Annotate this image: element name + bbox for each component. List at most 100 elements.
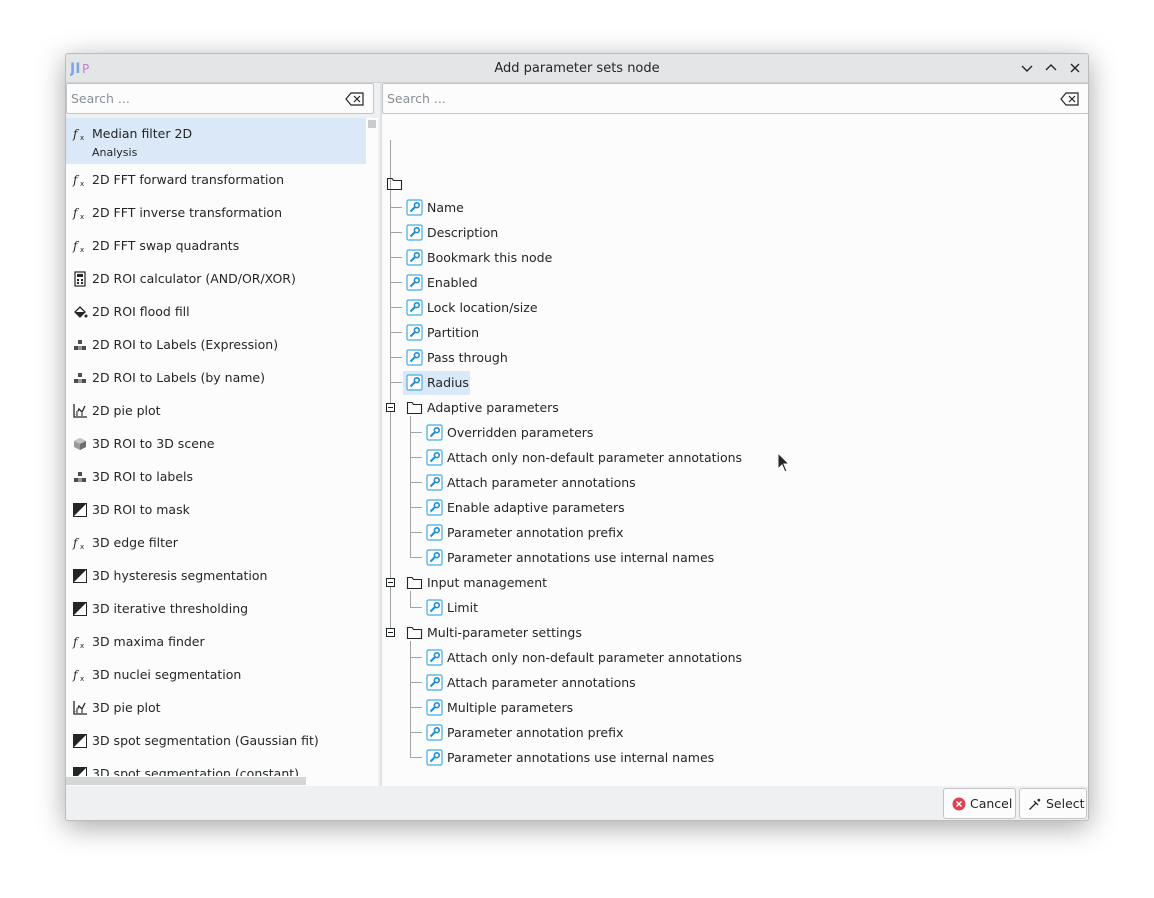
paint-bucket-icon	[74, 306, 88, 318]
tree-line	[410, 482, 422, 483]
list-item-label: 3D iterative thresholding	[92, 601, 249, 616]
node-list-pane: fx Median filter 2D Analysis fx 2D FFT f…	[66, 83, 378, 786]
list-item[interactable]: fx 2D FFT inverse transformation	[66, 197, 366, 230]
list-item[interactable]: 2D pie plot	[66, 395, 366, 428]
threshold-icon	[73, 503, 87, 517]
cancel-button[interactable]: Cancel	[943, 788, 1016, 819]
minimize-button[interactable]	[1017, 58, 1037, 78]
parameter-label: Name	[427, 200, 464, 215]
wrench-icon	[426, 724, 443, 741]
function-icon: fx	[72, 536, 84, 551]
wrench-icon	[426, 749, 443, 766]
tree-line	[410, 591, 411, 608]
list-item-label: 3D spot segmentation (Gaussian fit)	[92, 733, 319, 748]
collapse-icon[interactable]	[386, 628, 395, 637]
list-item-label: 3D spot segmentation (constant)	[92, 766, 300, 776]
wrench-icon	[426, 499, 443, 516]
list-item[interactable]: 3D ROI to mask	[66, 494, 366, 527]
plot-icon	[73, 404, 87, 418]
parameter-label: Parameter annotations use internal names	[447, 750, 715, 765]
svg-text:x: x	[80, 134, 84, 142]
list-item[interactable]: 2D ROI calculator (AND/OR/XOR)	[66, 263, 366, 296]
list-item[interactable]: 3D ROI to labels	[66, 461, 366, 494]
function-icon: fx	[72, 239, 84, 254]
list-item[interactable]: fx 2D FFT forward transformation	[66, 164, 366, 197]
parameter-label: Attach parameter annotations	[447, 675, 636, 690]
tree-line	[390, 140, 391, 633]
collapse-icon[interactable]	[386, 578, 395, 587]
close-button[interactable]	[1065, 58, 1085, 78]
tree-line	[410, 682, 422, 683]
color-picker-icon	[1029, 798, 1041, 810]
labels-icon	[74, 472, 86, 482]
collapse-icon[interactable]	[386, 403, 395, 412]
list-item[interactable]: 3D iterative thresholding	[66, 593, 366, 626]
parameter-label: Enabled	[427, 275, 478, 290]
list-item[interactable]: 2D ROI to Labels (Expression)	[66, 329, 366, 362]
calculator-icon	[74, 271, 86, 287]
function-icon: fx	[72, 668, 84, 683]
list-item-label: 3D ROI to 3D scene	[92, 436, 215, 451]
svg-text:x: x	[80, 246, 84, 254]
list-item-label: Median filter 2D	[92, 126, 193, 141]
folder-icon	[406, 576, 423, 590]
list-item-label: 3D ROI to mask	[92, 502, 190, 517]
parameter-tree-pane: Name Description Bookmark this node Enab…	[382, 83, 1088, 786]
wrench-icon	[426, 524, 443, 541]
svg-text:f: f	[72, 635, 80, 649]
group-label: Adaptive parameters	[427, 400, 559, 415]
wrench-icon	[406, 224, 423, 241]
tree-line	[410, 707, 422, 708]
list-item-label: 3D nuclei segmentation	[92, 667, 242, 682]
clear-search-icon[interactable]	[1060, 91, 1080, 107]
parameter-search-input[interactable]	[387, 84, 1056, 113]
folder-icon	[406, 626, 423, 640]
list-item[interactable]: 3D spot segmentation (constant)	[66, 758, 366, 776]
wrench-icon	[426, 449, 443, 466]
parameter-label: Description	[427, 225, 499, 240]
maximize-button[interactable]	[1041, 58, 1061, 78]
tree-line	[410, 757, 422, 758]
cube-icon	[74, 438, 86, 450]
list-item[interactable]: 3D hysteresis segmentation	[66, 560, 366, 593]
list-item-label: 3D ROI to labels	[92, 469, 194, 484]
wrench-icon	[406, 374, 423, 391]
scrollbar-thumb[interactable]	[368, 120, 376, 128]
clear-search-icon[interactable]	[345, 91, 365, 107]
list-item-label: 2D FFT inverse transformation	[92, 205, 283, 220]
list-item[interactable]: fx 2D FFT swap quadrants	[66, 230, 366, 263]
node-search-input[interactable]	[71, 84, 341, 113]
scrollbar-thumb[interactable]	[66, 777, 306, 785]
list-item[interactable]: fx Median filter 2D Analysis	[66, 118, 366, 164]
svg-text:f: f	[72, 536, 80, 550]
tree-line	[410, 457, 422, 458]
folder-icon	[386, 177, 403, 191]
list-item[interactable]: 3D pie plot	[66, 692, 366, 725]
select-button[interactable]: Select	[1019, 788, 1087, 819]
group-label: Input management	[427, 575, 548, 590]
list-item[interactable]: fx 3D edge filter	[66, 527, 366, 560]
list-item[interactable]: 3D spot segmentation (Gaussian fit)	[66, 725, 366, 758]
node-list[interactable]: fx Median filter 2D Analysis fx 2D FFT f…	[66, 118, 366, 776]
tree-line	[390, 207, 402, 208]
list-item[interactable]: 3D ROI to 3D scene	[66, 428, 366, 461]
list-item[interactable]: 2D ROI to Labels (by name)	[66, 362, 366, 395]
tree-line	[410, 532, 422, 533]
list-item[interactable]: fx 3D maxima finder	[66, 626, 366, 659]
window-title: Add parameter sets node	[494, 61, 660, 76]
list-item[interactable]: 2D ROI flood fill	[66, 296, 366, 329]
svg-text:f: f	[72, 173, 80, 187]
list-item-label: 2D ROI to Labels (by name)	[92, 370, 265, 385]
svg-text:f: f	[72, 668, 80, 682]
tree-line	[390, 282, 402, 283]
wrench-icon	[426, 674, 443, 691]
tree-line	[390, 232, 402, 233]
threshold-icon	[73, 767, 87, 776]
tree-line	[410, 641, 411, 758]
wrench-icon	[426, 424, 443, 441]
list-item[interactable]: fx 3D nuclei segmentation	[66, 659, 366, 692]
parameter-label: Radius	[427, 375, 469, 390]
list-vertical-scrollbar[interactable]	[366, 118, 378, 776]
list-horizontal-scrollbar[interactable]	[66, 776, 378, 786]
parameter-label: Multiple parameters	[447, 700, 574, 715]
